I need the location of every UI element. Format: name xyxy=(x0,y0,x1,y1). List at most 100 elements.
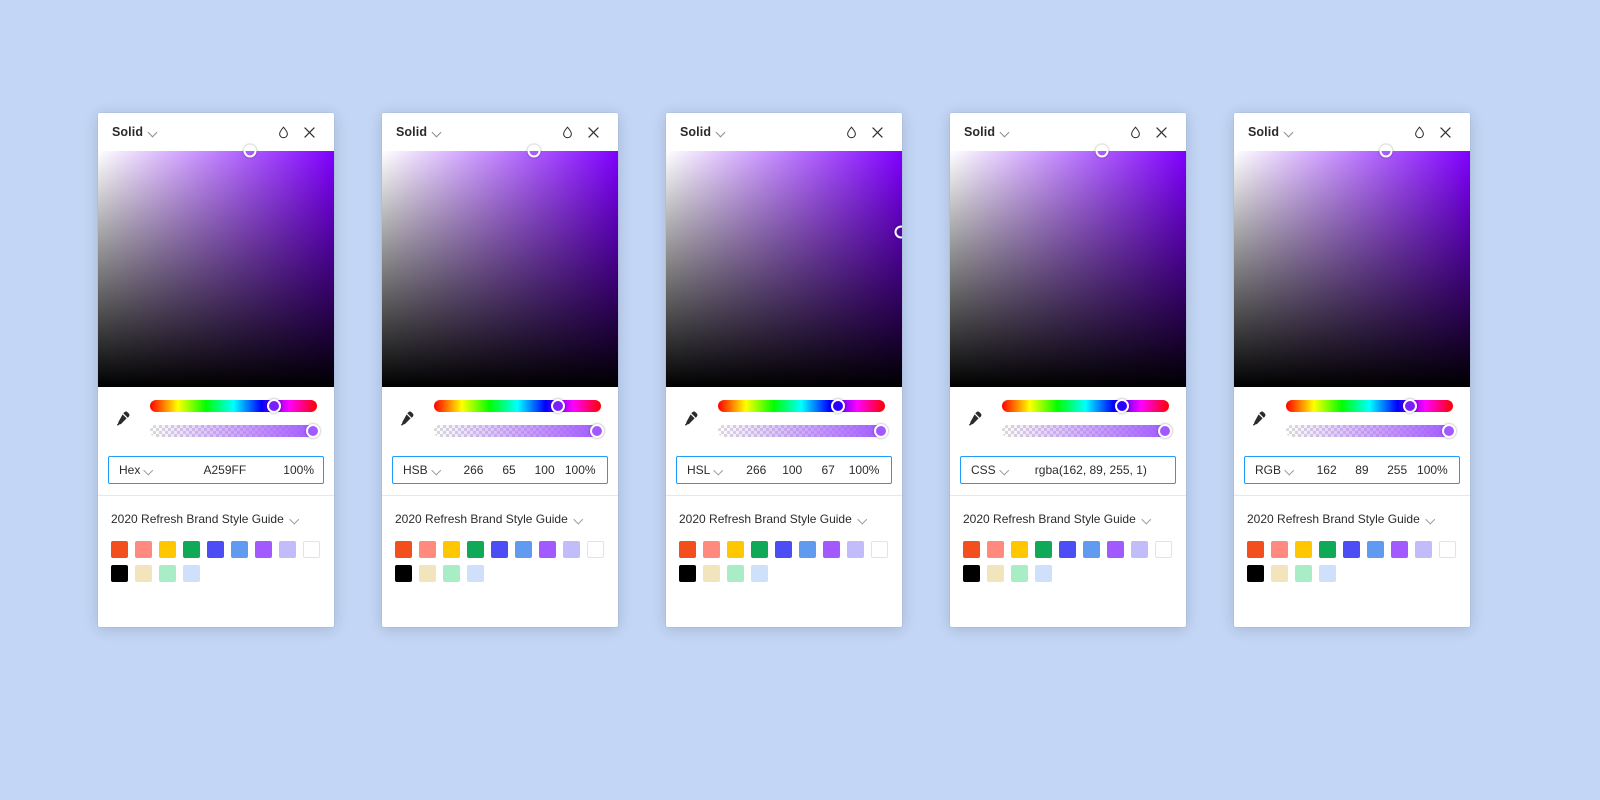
swatch-gold[interactable] xyxy=(1295,541,1312,558)
swatch-blue[interactable] xyxy=(231,541,248,558)
close-icon[interactable] xyxy=(296,119,322,145)
library-dropdown[interactable]: 2020 Refresh Brand Style Guide xyxy=(1247,512,1457,526)
hue-slider-handle[interactable] xyxy=(550,398,565,413)
color-value-1[interactable]: 100% xyxy=(283,463,314,477)
color-value-0[interactable]: 266 xyxy=(738,463,774,477)
swatch-salmon[interactable] xyxy=(135,541,152,558)
hue-slider[interactable] xyxy=(434,398,601,413)
swatch-gold[interactable] xyxy=(1011,541,1028,558)
hue-slider-handle[interactable] xyxy=(1115,398,1130,413)
paint-type-dropdown[interactable]: Solid xyxy=(396,125,442,139)
panel-hsb[interactable]: Solid HSB 266 65 100 100% 2020 Refresh Brand S… xyxy=(382,113,618,627)
color-value-field[interactable]: Hex A259FF 100% xyxy=(108,456,324,484)
swatch-cream[interactable] xyxy=(703,565,720,582)
panel-rgb[interactable]: Solid RGB 162 89 255 100% 2020 Refresh Brand S… xyxy=(1234,113,1470,627)
swatch-lavender[interactable] xyxy=(1415,541,1432,558)
droplet-icon[interactable] xyxy=(1406,119,1432,145)
color-value-field[interactable]: HSB 266 65 100 100% xyxy=(392,456,608,484)
color-value-0[interactable]: 162 xyxy=(1309,463,1344,477)
swatch-black[interactable] xyxy=(963,565,980,582)
color-value-inputs[interactable]: rgba(162, 89, 255, 1) xyxy=(1010,463,1166,477)
panel-hsl[interactable]: Solid HSL 266 100 67 100% 2020 Refresh Brand S… xyxy=(666,113,902,627)
color-model-dropdown[interactable]: HSL xyxy=(687,463,724,477)
opacity-slider-handle[interactable] xyxy=(1157,423,1172,438)
opacity-slider[interactable] xyxy=(150,423,320,438)
color-value-inputs[interactable]: 266 100 67 100% xyxy=(724,463,882,477)
library-dropdown[interactable]: 2020 Refresh Brand Style Guide xyxy=(963,512,1173,526)
swatch-blue[interactable] xyxy=(1083,541,1100,558)
swatch-orange[interactable] xyxy=(395,541,412,558)
swatch-cream[interactable] xyxy=(135,565,152,582)
hue-slider[interactable] xyxy=(718,398,885,413)
swatch-mint[interactable] xyxy=(1011,565,1028,582)
swatch-orange[interactable] xyxy=(679,541,696,558)
swatch-mint[interactable] xyxy=(727,565,744,582)
panel-css[interactable]: Solid CSS rgba(162, 89, 255, 1) 2020 Refres… xyxy=(950,113,1186,627)
color-value-inputs[interactable]: 266 65 100 100% xyxy=(442,463,598,477)
color-value-1[interactable]: 100 xyxy=(774,463,810,477)
swatch-orange[interactable] xyxy=(1247,541,1264,558)
opacity-slider-handle[interactable] xyxy=(873,423,888,438)
library-dropdown[interactable]: 2020 Refresh Brand Style Guide xyxy=(111,512,321,526)
swatch-purple[interactable] xyxy=(539,541,556,558)
color-value-field[interactable]: HSL 266 100 67 100% xyxy=(676,456,892,484)
swatch-black[interactable] xyxy=(111,565,128,582)
swatch-cream[interactable] xyxy=(419,565,436,582)
opacity-slider[interactable] xyxy=(1286,423,1456,438)
swatch-indigo[interactable] xyxy=(775,541,792,558)
opacity-slider-handle[interactable] xyxy=(589,423,604,438)
library-dropdown[interactable]: 2020 Refresh Brand Style Guide xyxy=(395,512,605,526)
swatch-purple[interactable] xyxy=(1391,541,1408,558)
opacity-slider-handle[interactable] xyxy=(1441,423,1456,438)
swatch-lightblue[interactable] xyxy=(1035,565,1052,582)
swatch-black[interactable] xyxy=(395,565,412,582)
color-model-dropdown[interactable]: RGB xyxy=(1255,463,1295,477)
eyedropper-icon[interactable] xyxy=(394,406,418,430)
swatch-blue[interactable] xyxy=(515,541,532,558)
color-value-2[interactable]: 67 xyxy=(810,463,846,477)
swatch-cream[interactable] xyxy=(987,565,1004,582)
swatch-mint[interactable] xyxy=(443,565,460,582)
eyedropper-icon[interactable] xyxy=(1246,406,1270,430)
hue-slider[interactable] xyxy=(1002,398,1169,413)
paint-type-dropdown[interactable]: Solid xyxy=(1248,125,1294,139)
paint-type-dropdown[interactable]: Solid xyxy=(680,125,726,139)
swatch-lightblue[interactable] xyxy=(467,565,484,582)
sv-cursor-handle[interactable] xyxy=(243,144,257,158)
swatch-white[interactable] xyxy=(871,541,888,558)
color-value-3[interactable]: 100% xyxy=(1415,463,1450,477)
swatch-white[interactable] xyxy=(587,541,604,558)
swatch-orange[interactable] xyxy=(963,541,980,558)
close-icon[interactable] xyxy=(580,119,606,145)
hue-slider-handle[interactable] xyxy=(831,398,846,413)
close-icon[interactable] xyxy=(1432,119,1458,145)
sv-cursor-handle[interactable] xyxy=(1379,144,1393,158)
sv-cursor-handle[interactable] xyxy=(527,144,541,158)
color-value-0[interactable]: rgba(162, 89, 255, 1) xyxy=(1035,463,1147,477)
swatch-mint[interactable] xyxy=(159,565,176,582)
opacity-slider[interactable] xyxy=(434,423,604,438)
swatch-indigo[interactable] xyxy=(491,541,508,558)
droplet-icon[interactable] xyxy=(1122,119,1148,145)
eyedropper-icon[interactable] xyxy=(678,406,702,430)
swatch-salmon[interactable] xyxy=(987,541,1004,558)
swatch-lavender[interactable] xyxy=(279,541,296,558)
paint-type-dropdown[interactable]: Solid xyxy=(112,125,158,139)
color-value-3[interactable]: 100% xyxy=(846,463,882,477)
swatch-black[interactable] xyxy=(679,565,696,582)
opacity-slider[interactable] xyxy=(718,423,888,438)
swatch-lightblue[interactable] xyxy=(183,565,200,582)
color-value-0[interactable]: A259FF xyxy=(166,463,283,477)
swatch-lavender[interactable] xyxy=(1131,541,1148,558)
panel-hex[interactable]: Solid Hex A259FF 100% 2020 Refresh Brand Sty… xyxy=(98,113,334,627)
library-dropdown[interactable]: 2020 Refresh Brand Style Guide xyxy=(679,512,889,526)
color-value-field[interactable]: CSS rgba(162, 89, 255, 1) xyxy=(960,456,1176,484)
swatch-green[interactable] xyxy=(467,541,484,558)
color-value-3[interactable]: 100% xyxy=(562,463,598,477)
color-value-inputs[interactable]: 162 89 255 100% xyxy=(1295,463,1450,477)
swatch-green[interactable] xyxy=(751,541,768,558)
swatch-orange[interactable] xyxy=(111,541,128,558)
swatch-purple[interactable] xyxy=(823,541,840,558)
swatch-blue[interactable] xyxy=(1367,541,1384,558)
swatch-salmon[interactable] xyxy=(1271,541,1288,558)
